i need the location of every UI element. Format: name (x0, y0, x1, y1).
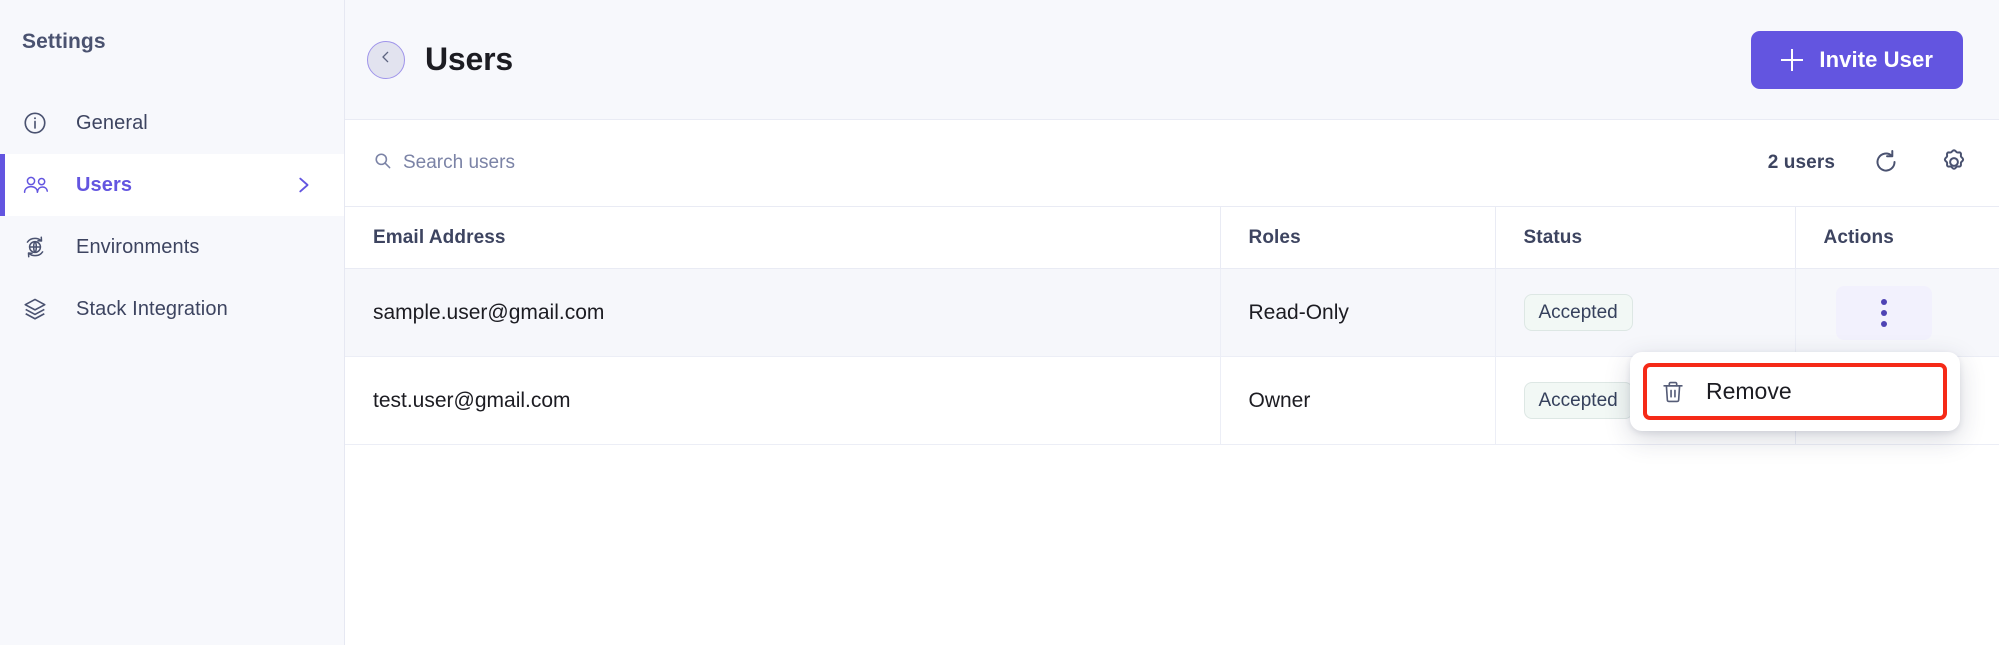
search-input[interactable] (403, 152, 823, 174)
sidebar-item-label: Environments (76, 235, 200, 258)
cell-role: Owner (1220, 356, 1496, 445)
kebab-dot (1880, 309, 1887, 316)
column-header-actions[interactable]: Actions (1795, 206, 1999, 269)
user-count-label: 2 users (1767, 152, 1835, 173)
cell-role: Read-Only (1220, 268, 1496, 357)
users-icon (22, 172, 56, 198)
cell-status: Accepted (1495, 268, 1796, 357)
sidebar-item-label: Stack Integration (76, 297, 228, 320)
status-badge: Accepted (1523, 294, 1633, 331)
refresh-button[interactable] (1869, 146, 1903, 180)
page-title: Users (425, 41, 513, 77)
gear-icon (1939, 147, 1969, 180)
search-icon (373, 151, 392, 175)
info-circle-icon (22, 110, 56, 136)
sidebar-item-users[interactable]: Users (0, 154, 344, 216)
refresh-icon (1872, 148, 1900, 179)
sidebar-item-label: Users (76, 173, 133, 196)
settings-users-page: Settings General Users Environments Stac… (0, 0, 1999, 645)
settings-sidebar: Settings General Users Environments Stac… (0, 0, 345, 645)
column-header-roles[interactable]: Roles (1220, 206, 1496, 269)
chevron-left-icon (378, 49, 394, 70)
page-header: Users Invite User (345, 0, 1999, 120)
row-actions-menu-button[interactable] (1835, 285, 1932, 340)
table-header-row: Email Address Roles Status Actions (345, 206, 1999, 269)
status-badge: Accepted (1523, 382, 1633, 419)
cell-email: test.user@gmail.com (345, 356, 1221, 445)
environments-globe-icon (22, 234, 56, 260)
column-header-status[interactable]: Status (1495, 206, 1796, 269)
layers-icon (22, 296, 56, 322)
search-container[interactable] (373, 151, 823, 175)
sidebar-item-stack-integration[interactable]: Stack Integration (0, 278, 344, 340)
table-row[interactable]: sample.user@gmail.com Read-Only Accepted (345, 268, 1999, 357)
kebab-dot (1880, 298, 1887, 305)
back-button[interactable] (367, 40, 405, 79)
sidebar-item-environments[interactable]: Environments (0, 216, 344, 278)
sidebar-item-general[interactable]: General (0, 92, 344, 154)
invite-user-button[interactable]: Invite User (1751, 30, 1963, 89)
cell-email: sample.user@gmail.com (345, 268, 1221, 357)
plus-icon (1781, 48, 1804, 71)
sidebar-title: Settings (22, 30, 106, 53)
settings-button[interactable] (1937, 146, 1971, 180)
cell-actions (1795, 268, 1999, 357)
users-toolbar: 2 users (345, 120, 1999, 206)
menu-item-remove[interactable]: Remove (1643, 363, 1947, 420)
trash-icon (1660, 379, 1686, 405)
kebab-dot (1880, 320, 1887, 327)
toolbar-right-group: 2 users (1768, 146, 1971, 180)
menu-item-label: Remove (1706, 378, 1792, 404)
chevron-right-icon (292, 174, 314, 196)
sidebar-item-label: General (76, 111, 148, 134)
column-header-email[interactable]: Email Address (345, 206, 1221, 269)
invite-user-label: Invite User (1819, 46, 1933, 72)
row-actions-dropdown: Remove (1630, 352, 1960, 431)
main-content: Users Invite User 2 users (345, 0, 1999, 645)
